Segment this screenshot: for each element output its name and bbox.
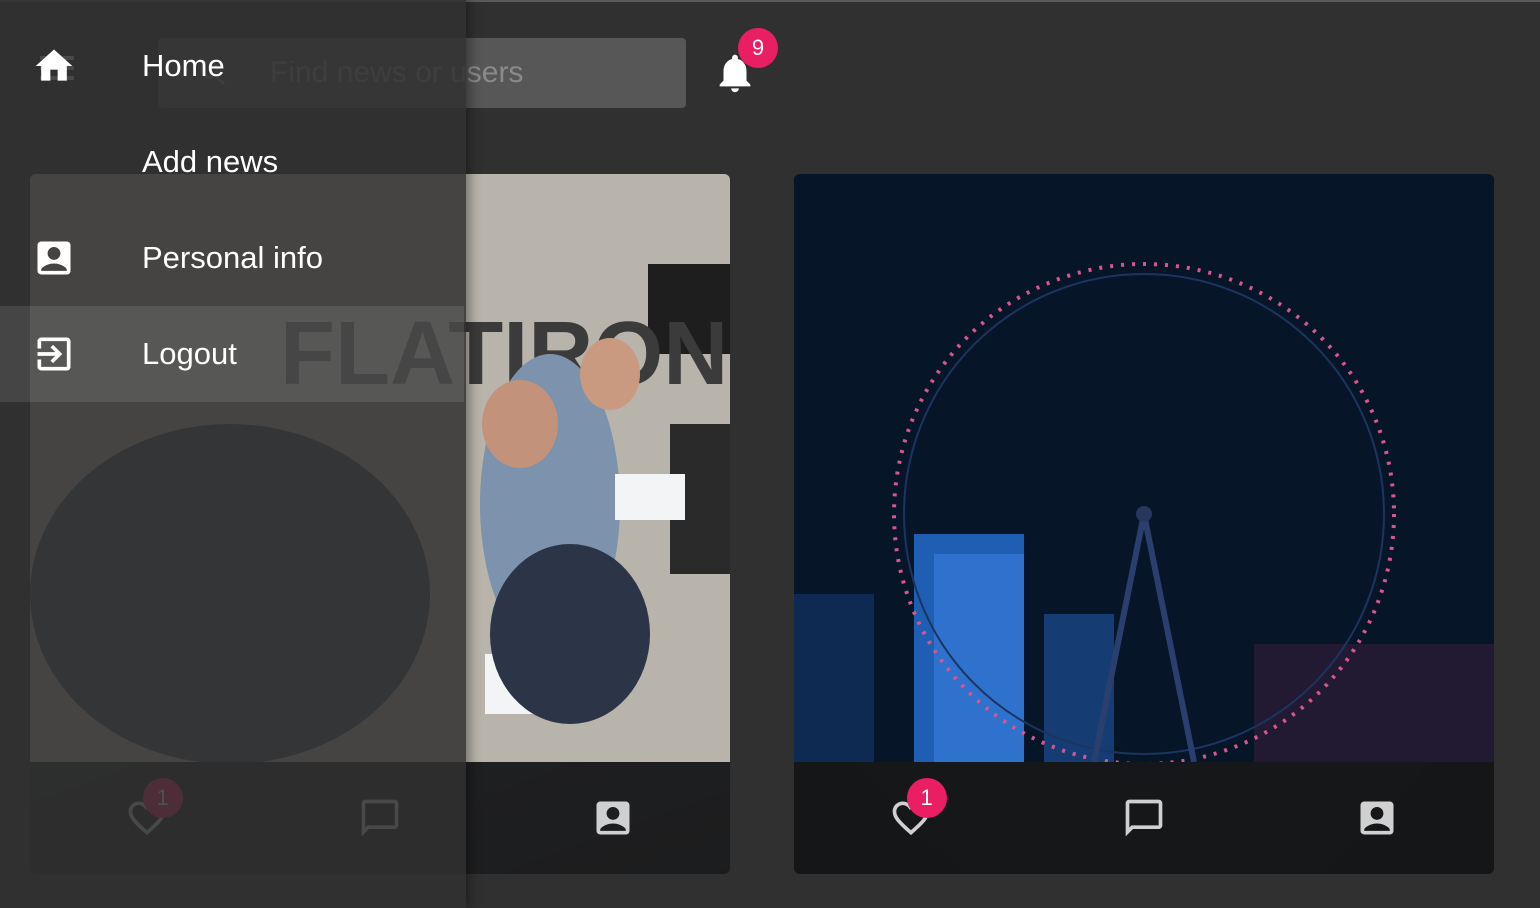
- notifications-badge: 9: [738, 28, 778, 68]
- comment-button[interactable]: [1114, 788, 1174, 848]
- nav-item-label: Personal info: [142, 240, 323, 275]
- account-box-icon: [596, 801, 630, 835]
- account-box-icon: [0, 236, 108, 280]
- like-button[interactable]: 1: [881, 778, 947, 848]
- nav-item-home[interactable]: Home: [0, 18, 464, 114]
- nav-item-label: Home: [142, 48, 225, 83]
- comment-icon: [1125, 799, 1163, 837]
- logout-icon: [0, 332, 108, 376]
- nav-item-add-news[interactable]: Add news: [0, 114, 464, 210]
- app-root: 9 FLATIRON 1: [0, 0, 1540, 908]
- news-image[interactable]: [794, 174, 1494, 766]
- nav-item-label: Logout: [142, 336, 237, 371]
- notifications-button[interactable]: 9: [712, 28, 778, 98]
- nav-item-logout[interactable]: Logout: [0, 306, 464, 402]
- account-box-icon: [1360, 801, 1394, 835]
- author-button[interactable]: [1347, 788, 1407, 848]
- card-actions: 1: [794, 762, 1494, 874]
- author-button[interactable]: [583, 788, 643, 848]
- news-card[interactable]: 1: [794, 174, 1494, 874]
- nav-item-personal-info[interactable]: Personal info: [0, 210, 464, 306]
- likes-badge: 1: [906, 778, 947, 818]
- home-icon: [0, 44, 108, 88]
- navigation-drawer: Home Add news Personal info Logout: [0, 0, 466, 908]
- nav-item-label: Add news: [142, 144, 279, 179]
